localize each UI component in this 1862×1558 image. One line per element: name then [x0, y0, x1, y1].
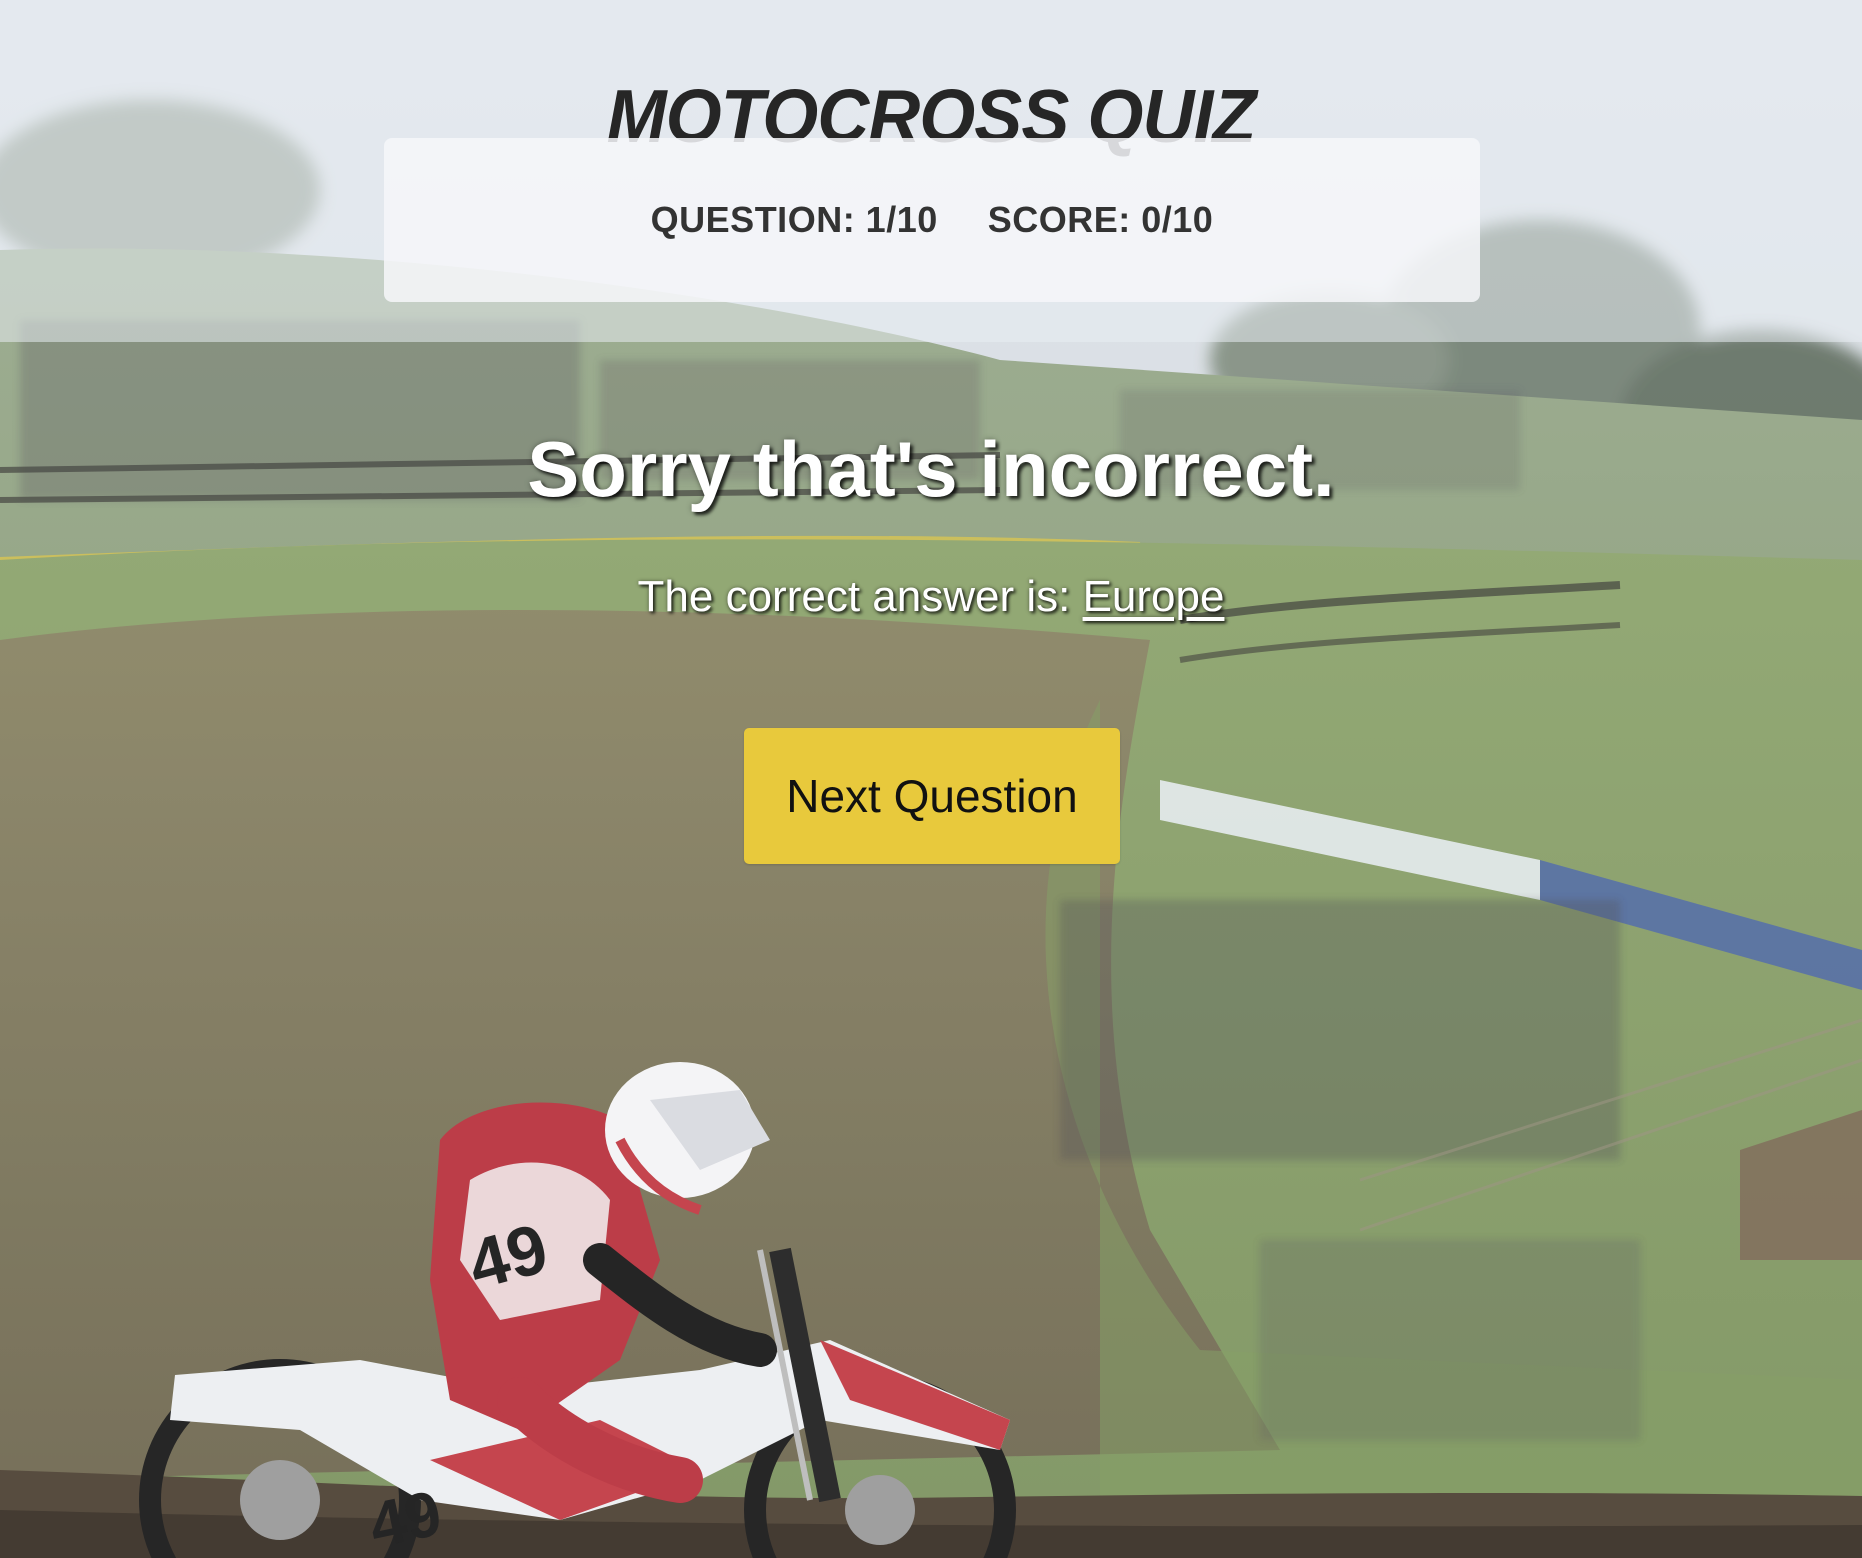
question-counter: QUESTION: 1/10	[650, 199, 938, 240]
status-card: QUESTION: 1/10 SCORE: 0/10	[384, 138, 1480, 302]
correct-answer-value: Europe	[1082, 572, 1225, 621]
correct-answer-prefix: The correct answer is:	[637, 572, 1083, 621]
result-heading: Sorry that's incorrect.	[527, 425, 1335, 513]
correct-answer-line: The correct answer is: Europe	[0, 572, 1862, 622]
next-question-button[interactable]: Next Question	[744, 728, 1120, 864]
score-counter: SCORE: 0/10	[987, 199, 1214, 240]
